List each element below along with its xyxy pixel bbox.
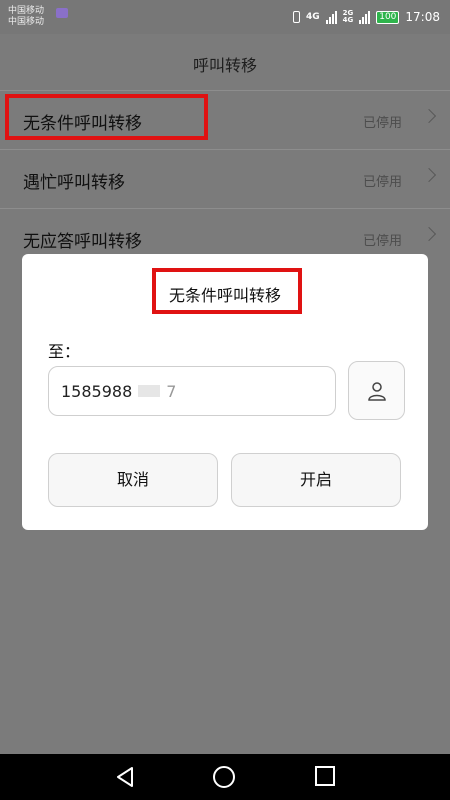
phone-number-field[interactable]: 1585988 7 [48, 366, 336, 416]
contact-picker-button[interactable] [348, 361, 405, 420]
message-icon [56, 8, 68, 18]
network-type-2: 2G 4G [342, 9, 354, 24]
row-status: 已停用 [362, 116, 402, 131]
back-icon[interactable] [114, 766, 136, 788]
home-icon[interactable] [213, 766, 235, 788]
phone-number-end: 7 [166, 381, 177, 401]
enable-button[interactable]: 开启 [231, 453, 401, 507]
chevron-right-icon [421, 108, 437, 124]
cancel-button[interactable]: 取消 [48, 453, 218, 507]
carrier-2: 中国移动 [8, 17, 45, 27]
to-label: 至： [48, 342, 81, 361]
highlight-box-row [5, 94, 208, 140]
page-title: 呼叫转移 [192, 56, 257, 75]
signal-icon [325, 10, 337, 24]
battery-indicator: 100 [376, 10, 400, 24]
row-label: 无应答呼叫转移 [23, 232, 142, 252]
row-label: 遇忙呼叫转移 [23, 173, 125, 193]
recent-apps-icon[interactable] [315, 766, 335, 786]
row-status: 已停用 [362, 234, 402, 249]
signal-icon-2 [359, 10, 371, 24]
status-indicators: 4G 2G 4G 100 17:08 [292, 7, 440, 27]
phone-number-value: 1585988 [61, 381, 133, 401]
chevron-right-icon [421, 226, 437, 242]
phone-number-redacted [138, 385, 161, 397]
navigation-bar [0, 754, 450, 800]
vibrate-icon [292, 11, 300, 23]
chevron-right-icon [421, 167, 437, 183]
carrier-1: 中国移动 [8, 6, 45, 16]
app-bar: 呼叫转移 [0, 34, 450, 90]
status-bar: 中国移动 中国移动 4G 2G 4G 100 17:08 [0, 0, 450, 34]
row-busy-forward[interactable]: 遇忙呼叫转移 已停用 [0, 149, 450, 208]
clock: 17:08 [405, 10, 440, 24]
forward-dialog: 无条件呼叫转移 至： 1585988 7 取消 开启 [22, 254, 428, 530]
network-type-1: 4G [305, 11, 320, 22]
row-status: 已停用 [362, 175, 402, 190]
carrier-labels: 中国移动 中国移动 [8, 6, 44, 28]
contact-icon [368, 382, 386, 401]
highlight-box-title [152, 268, 302, 314]
